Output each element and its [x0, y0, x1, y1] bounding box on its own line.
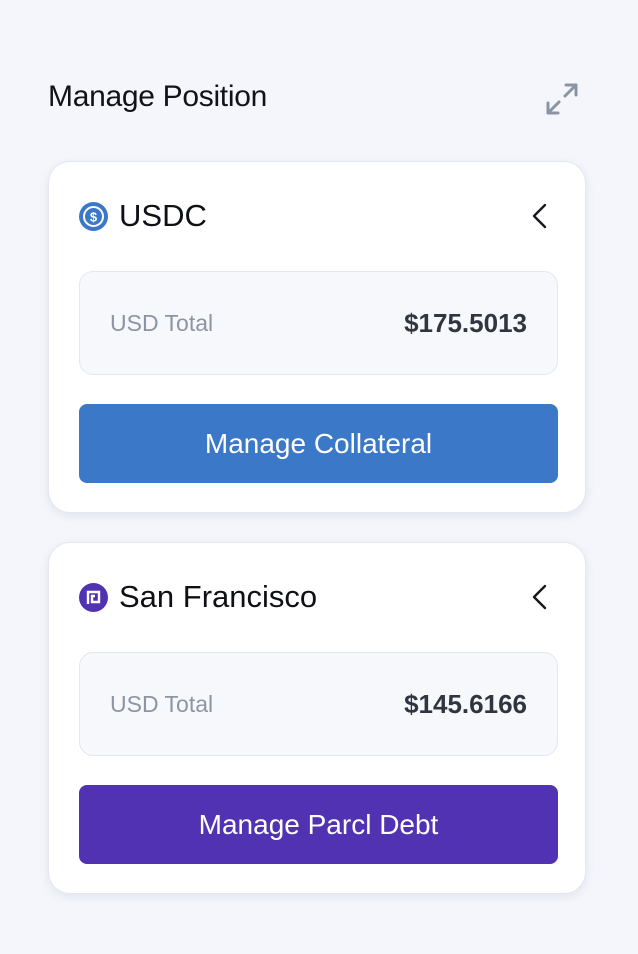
svg-text:$: $ — [90, 209, 98, 224]
page-title: Manage Position — [48, 80, 267, 113]
debt-market-name: San Francisco — [119, 579, 318, 614]
collateral-value-box: USD Total $175.5013 — [79, 271, 558, 375]
collateral-usd-total-label: USD Total — [110, 309, 214, 336]
debt-usd-total-label: USD Total — [110, 690, 214, 717]
manage-collateral-button[interactable]: Manage Collateral — [79, 404, 558, 483]
collateral-usd-total-value: $175.5013 — [404, 307, 527, 338]
page-header: Manage Position — [48, 78, 588, 122]
debt-card-header[interactable]: San Francisco — [79, 577, 555, 617]
collateral-card-header[interactable]: $ USDC — [79, 196, 555, 236]
chevron-left-icon[interactable] — [525, 582, 555, 612]
chevron-left-icon[interactable] — [525, 201, 555, 231]
debt-value-box: USD Total $145.6166 — [79, 652, 558, 756]
debt-card: San Francisco USD Total $145.6166 Manage… — [48, 542, 586, 894]
debt-usd-total-value: $145.6166 — [404, 688, 527, 719]
parcl-market-icon — [79, 582, 108, 612]
collateral-card: $ USDC USD Total $175.5013 Manage Collat… — [48, 161, 586, 513]
manage-parcl-debt-button[interactable]: Manage Parcl Debt — [79, 785, 558, 864]
expand-icon[interactable] — [541, 78, 583, 120]
usdc-coin-icon: $ — [79, 201, 108, 231]
collateral-token-name: USDC — [119, 198, 207, 233]
